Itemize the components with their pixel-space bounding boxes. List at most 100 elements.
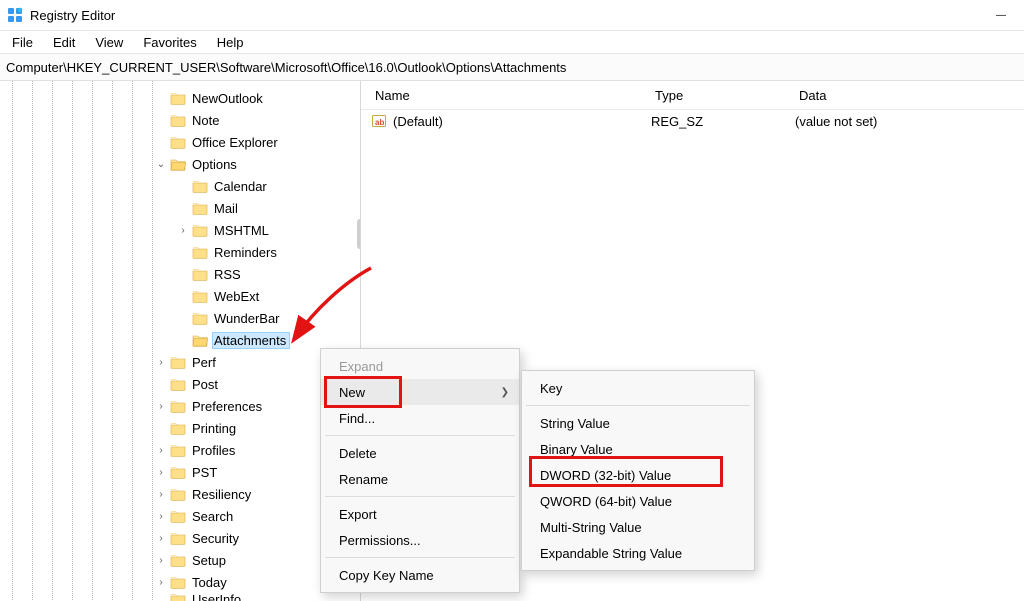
app-icon (6, 6, 24, 24)
folder-icon (170, 530, 186, 546)
ctx-permissions[interactable]: Permissions... (321, 527, 519, 553)
tree-item-label: Today (190, 574, 231, 591)
chevron-right-icon: ❯ (501, 387, 509, 398)
tree-item-office-explorer[interactable]: Office Explorer (0, 131, 360, 153)
tree-item-mshtml[interactable]: › MSHTML (0, 219, 360, 241)
tree-item-attachments[interactable]: Attachments (0, 329, 360, 351)
folder-icon (170, 574, 186, 590)
chevron-right-icon[interactable]: › (154, 555, 168, 566)
menu-file[interactable]: File (2, 33, 43, 52)
tree-item-perf[interactable]: › Perf (0, 351, 360, 373)
tree-item-label: Perf (190, 354, 220, 371)
tree-item-calendar[interactable]: Calendar (0, 175, 360, 197)
col-header-name[interactable]: Name (361, 88, 641, 103)
folder-icon (170, 112, 186, 128)
tree-item-printing[interactable]: Printing (0, 417, 360, 439)
ctx-expand: Expand (321, 353, 519, 379)
tree-item-profiles[interactable]: › Profiles (0, 439, 360, 461)
folder-icon (170, 90, 186, 106)
folder-icon (170, 354, 186, 370)
ctx-new[interactable]: New ❯ (321, 379, 519, 405)
details-header: Name Type Data (361, 81, 1024, 110)
ctx-rename[interactable]: Rename (321, 466, 519, 492)
chevron-right-icon[interactable]: › (154, 533, 168, 544)
folder-icon (170, 156, 186, 172)
ctx-new-qword[interactable]: QWORD (64-bit) Value (522, 488, 754, 514)
menu-edit[interactable]: Edit (43, 33, 85, 52)
tree-item-pst[interactable]: › PST (0, 461, 360, 483)
chevron-right-icon[interactable]: › (154, 401, 168, 412)
tree-nodes: NewOutlook Note Office Explorer ⌄ Options… (0, 87, 360, 601)
tree-item-options[interactable]: ⌄ Options (0, 153, 360, 175)
tree-item-webext[interactable]: WebExt (0, 285, 360, 307)
ctx-new-dword[interactable]: DWORD (32-bit) Value (522, 462, 754, 488)
chevron-right-icon[interactable]: › (154, 445, 168, 456)
address-bar[interactable]: Computer\HKEY_CURRENT_USER\Software\Micr… (0, 53, 1024, 81)
tree-item-security[interactable]: › Security (0, 527, 360, 549)
titlebar: Registry Editor — (0, 0, 1024, 31)
tree-item-post[interactable]: Post (0, 373, 360, 395)
chevron-down-icon[interactable]: ⌄ (154, 159, 168, 170)
tree-item-label: UserInfo (190, 593, 245, 601)
context-submenu-new: Key String Value Binary Value DWORD (32-… (521, 370, 755, 571)
folder-icon (170, 486, 186, 502)
ctx-export[interactable]: Export (321, 501, 519, 527)
ctx-new-expandstring[interactable]: Expandable String Value (522, 540, 754, 566)
context-menu: Expand New ❯ Find... Delete Rename Expor… (320, 348, 520, 593)
tree-item-resiliency[interactable]: › Resiliency (0, 483, 360, 505)
tree-item-label: PST (190, 464, 221, 481)
folder-icon (192, 200, 208, 216)
ctx-copy-key-name[interactable]: Copy Key Name (321, 562, 519, 588)
chevron-right-icon[interactable]: › (176, 225, 190, 236)
tree-item-rss[interactable]: RSS (0, 263, 360, 285)
chevron-right-icon[interactable]: › (154, 357, 168, 368)
menu-favorites[interactable]: Favorites (133, 33, 206, 52)
tree-item-label: WebExt (212, 288, 263, 305)
tree-item-reminders[interactable]: Reminders (0, 241, 360, 263)
col-header-data[interactable]: Data (785, 88, 1024, 103)
tree-item-label: Printing (190, 420, 240, 437)
ctx-new-key[interactable]: Key (522, 375, 754, 401)
ctx-new-string[interactable]: String Value (522, 410, 754, 436)
folder-icon (192, 332, 208, 348)
folder-icon (170, 420, 186, 436)
tree-pane[interactable]: NewOutlook Note Office Explorer ⌄ Options… (0, 81, 361, 601)
menu-help[interactable]: Help (207, 33, 254, 52)
chevron-right-icon[interactable]: › (154, 467, 168, 478)
separator (325, 496, 515, 497)
table-row[interactable]: ab (Default) REG_SZ (value not set) (361, 110, 1024, 132)
tree-item-mail[interactable]: Mail (0, 197, 360, 219)
tree-item-userinfo[interactable]: UserInfo (0, 593, 360, 601)
tree-item-preferences[interactable]: › Preferences (0, 395, 360, 417)
tree-item-label: Search (190, 508, 237, 525)
tree-item-setup[interactable]: › Setup (0, 549, 360, 571)
tree-item-label: Post (190, 376, 222, 393)
value-type: REG_SZ (637, 114, 781, 129)
chevron-right-icon[interactable]: › (154, 577, 168, 588)
tree-item-search[interactable]: › Search (0, 505, 360, 527)
folder-icon (192, 310, 208, 326)
ctx-new-multistring[interactable]: Multi-String Value (522, 514, 754, 540)
chevron-right-icon[interactable]: › (154, 511, 168, 522)
folder-icon (192, 266, 208, 282)
folder-icon (170, 376, 186, 392)
menu-view[interactable]: View (85, 33, 133, 52)
tree-item-wunderbar[interactable]: WunderBar (0, 307, 360, 329)
ctx-new-binary[interactable]: Binary Value (522, 436, 754, 462)
tree-item-note[interactable]: Note (0, 109, 360, 131)
tree-item-label: WunderBar (212, 310, 284, 327)
ctx-delete[interactable]: Delete (321, 440, 519, 466)
minimize-button[interactable]: — (978, 1, 1024, 29)
ctx-find[interactable]: Find... (321, 405, 519, 431)
separator (325, 435, 515, 436)
tree-item-label: Profiles (190, 442, 239, 459)
folder-icon (170, 134, 186, 150)
window-title: Registry Editor (30, 8, 115, 23)
tree-item-today[interactable]: › Today (0, 571, 360, 593)
tree-item-label: Office Explorer (190, 134, 282, 151)
string-value-icon: ab (371, 113, 387, 129)
col-header-type[interactable]: Type (641, 88, 785, 103)
chevron-right-icon[interactable]: › (154, 489, 168, 500)
tree-item-newoutlook[interactable]: NewOutlook (0, 87, 360, 109)
svg-text:ab: ab (375, 118, 384, 127)
